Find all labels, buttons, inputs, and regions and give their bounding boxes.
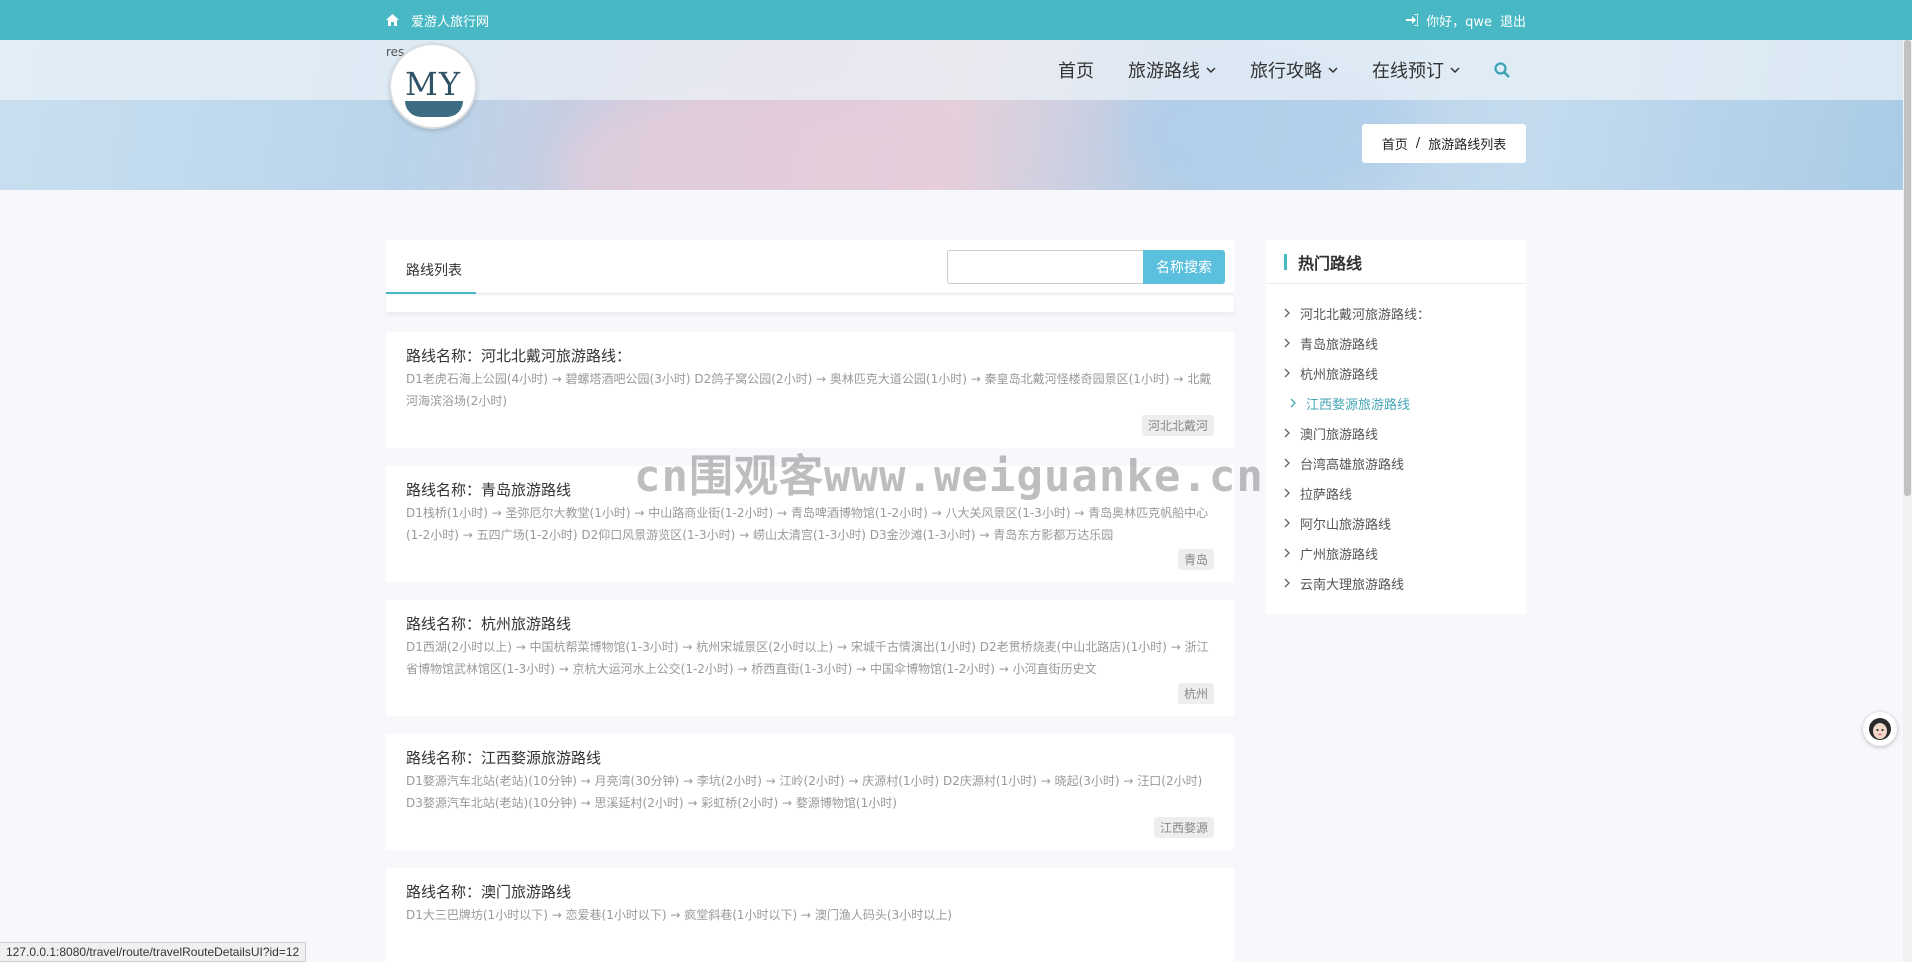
nav-search-button[interactable] (1494, 62, 1510, 78)
route-description: D1栈桥(1小时) → 圣弥厄尔大教堂(1小时) → 中山路商业街(1-2小时)… (406, 506, 1209, 542)
top-bar: 爱游人旅行网 你好，qwe 退出 (0, 0, 1912, 40)
nav-guides[interactable]: 旅行攻略 (1250, 57, 1338, 83)
logo-text: MY (405, 65, 461, 103)
site-name-link[interactable]: 爱游人旅行网 (411, 11, 489, 30)
sidebar-item[interactable]: 台湾高雄旅游路线 (1284, 448, 1526, 478)
chevron-right-icon (1284, 338, 1290, 348)
main-nav: 首页 旅游路线 旅行攻略 在线预订 (1058, 40, 1544, 100)
sidebar-item[interactable]: 广州旅游路线 (1284, 538, 1526, 568)
route-title-prefix: 路线名称： (406, 615, 482, 633)
assistant-avatar[interactable] (1863, 712, 1897, 746)
hot-routes-sidebar: 热门路线 河北北戴河旅游路线： 青岛旅游路线 杭州旅游路线 江西婺源旅游路线 澳… (1266, 240, 1526, 614)
route-location-tag: 杭州 (1177, 683, 1214, 704)
sidebar-item-label: 拉萨路线 (1300, 487, 1353, 503)
route-card[interactable]: 路线名称：澳门旅游路线 D1大三巴牌坊(1小时以下) → 恋爱巷(1小时以下) … (386, 868, 1234, 962)
home-icon[interactable] (386, 14, 399, 26)
tab-route-list[interactable]: 路线列表 (386, 260, 476, 294)
user-greeting-link[interactable]: 你好，qwe (1426, 11, 1492, 30)
route-name: 青岛旅游路线 (481, 481, 572, 499)
route-title[interactable]: 路线名称：江西婺源旅游路线 (406, 746, 1214, 770)
route-title-prefix: 路线名称： (406, 347, 482, 365)
sidebar-title-text: 热门路线 (1298, 253, 1363, 273)
sidebar-item-label: 台湾高雄旅游路线 (1300, 457, 1405, 473)
sidebar-item-label: 河北北戴河旅游路线： (1300, 307, 1431, 323)
route-name: 澳门旅游路线 (481, 883, 572, 901)
chevron-right-icon (1290, 398, 1296, 408)
search-icon (1494, 62, 1510, 78)
nav-strip (0, 40, 1903, 100)
sidebar-item[interactable]: 河北北戴河旅游路线： (1284, 298, 1526, 328)
sidebar-item[interactable]: 拉萨路线 (1284, 478, 1526, 508)
sidebar-item-label: 杭州旅游路线 (1300, 367, 1379, 383)
chevron-down-icon (1450, 67, 1460, 73)
avatar-icon (1869, 718, 1891, 740)
sidebar-item[interactable]: 云南大理旅游路线 (1284, 568, 1526, 598)
chevron-right-icon (1284, 488, 1290, 498)
sidebar-item[interactable]: 澳门旅游路线 (1284, 418, 1526, 448)
route-description: D1老虎石海上公园(4小时) → 碧螺塔酒吧公园(3小时) D2鸽子窝公园(2小… (406, 372, 1212, 408)
header-banner (0, 40, 1903, 190)
sidebar-item-label: 阿尔山旅游路线 (1300, 517, 1392, 533)
route-card[interactable]: 路线名称：杭州旅游路线 D1西湖(2小时以上) → 中国杭帮菜博物馆(1-3小时… (386, 600, 1234, 716)
chevron-right-icon (1284, 458, 1290, 468)
route-search-input[interactable] (947, 250, 1143, 284)
sign-in-icon (1406, 14, 1419, 26)
route-title[interactable]: 路线名称：澳门旅游路线 (406, 880, 1214, 904)
sidebar-title: 热门路线 (1266, 240, 1526, 284)
sidebar-item-label: 云南大理旅游路线 (1300, 577, 1405, 593)
route-location-tag: 江西婺源 (1153, 817, 1214, 838)
list-divider (386, 296, 1234, 312)
breadcrumb-current: 旅游路线列表 (1428, 138, 1507, 153)
logo-wave (405, 101, 463, 117)
sidebar-item[interactable]: 阿尔山旅游路线 (1284, 508, 1526, 538)
breadcrumb: 首页 / 旅游路线列表 (1362, 124, 1526, 163)
sidebar-item-label: 青岛旅游路线 (1300, 337, 1379, 353)
route-title-prefix: 路线名称： (406, 883, 482, 901)
chevron-down-icon (1328, 67, 1338, 73)
sidebar-item[interactable]: 青岛旅游路线 (1284, 328, 1526, 358)
chevron-down-icon (1206, 67, 1216, 73)
route-description: D1婺源汽车北站(老站)(10分钟) → 月亮湾(30分钟) → 李坑(2小时)… (406, 774, 1203, 810)
logout-link[interactable]: 退出 (1500, 11, 1526, 30)
sidebar-item-label: 江西婺源旅游路线 (1306, 397, 1411, 413)
chevron-right-icon (1284, 308, 1290, 318)
nav-routes-label: 旅游路线 (1128, 61, 1200, 82)
route-list-header: 路线列表 名称搜索 (386, 240, 1234, 294)
nav-routes[interactable]: 旅游路线 (1128, 57, 1216, 83)
site-logo[interactable]: MY (389, 43, 477, 129)
sidebar-item[interactable]: 杭州旅游路线 (1284, 358, 1526, 388)
route-description: D1西湖(2小时以上) → 中国杭帮菜博物馆(1-3小时) → 杭州宋城景区(2… (406, 640, 1209, 676)
scrollbar-thumb[interactable] (1904, 40, 1911, 496)
route-location-tag: 河北北戴河 (1141, 415, 1214, 436)
route-name: 江西婺源旅游路线 (481, 749, 602, 767)
chevron-right-icon (1284, 368, 1290, 378)
route-title-prefix: 路线名称： (406, 481, 482, 499)
nav-home-label: 首页 (1058, 61, 1094, 82)
chevron-right-icon (1284, 548, 1290, 558)
route-title[interactable]: 路线名称：河北北戴河旅游路线： (406, 344, 1214, 368)
nav-guides-label: 旅行攻略 (1250, 61, 1322, 82)
watermark: cn围观客www.weiguanke.cn (634, 451, 1264, 502)
nav-booking-label: 在线预订 (1372, 61, 1444, 82)
sidebar-item-label: 澳门旅游路线 (1300, 427, 1379, 443)
route-name: 杭州旅游路线 (481, 615, 572, 633)
nav-home[interactable]: 首页 (1058, 57, 1094, 83)
route-title-prefix: 路线名称： (406, 749, 482, 767)
route-description: D1大三巴牌坊(1小时以下) → 恋爱巷(1小时以下) → 疯堂斜巷(1小时以下… (406, 908, 952, 922)
sidebar-item-label: 广州旅游路线 (1300, 547, 1379, 563)
route-name: 河北北戴河旅游路线： (481, 347, 632, 365)
breadcrumb-separator: / (1415, 136, 1421, 151)
route-card[interactable]: 路线名称：河北北戴河旅游路线： D1老虎石海上公园(4小时) → 碧螺塔酒吧公园… (386, 332, 1234, 448)
chevron-right-icon (1284, 578, 1290, 588)
breadcrumb-home[interactable]: 首页 (1382, 134, 1408, 153)
name-search-button[interactable]: 名称搜索 (1143, 250, 1225, 284)
sidebar-item-hovered[interactable]: 江西婺源旅游路线 (1290, 388, 1526, 418)
chevron-right-icon (1284, 518, 1290, 528)
chevron-right-icon (1284, 428, 1290, 438)
route-card[interactable]: 路线名称：江西婺源旅游路线 D1婺源汽车北站(老站)(10分钟) → 月亮湾(3… (386, 734, 1234, 850)
route-location-tag: 青岛 (1177, 549, 1214, 570)
route-title[interactable]: 路线名称：杭州旅游路线 (406, 612, 1214, 636)
status-bar-url: 127.0.0.1:8080/travel/route/travelRouteD… (0, 942, 307, 962)
nav-booking[interactable]: 在线预订 (1372, 57, 1460, 83)
